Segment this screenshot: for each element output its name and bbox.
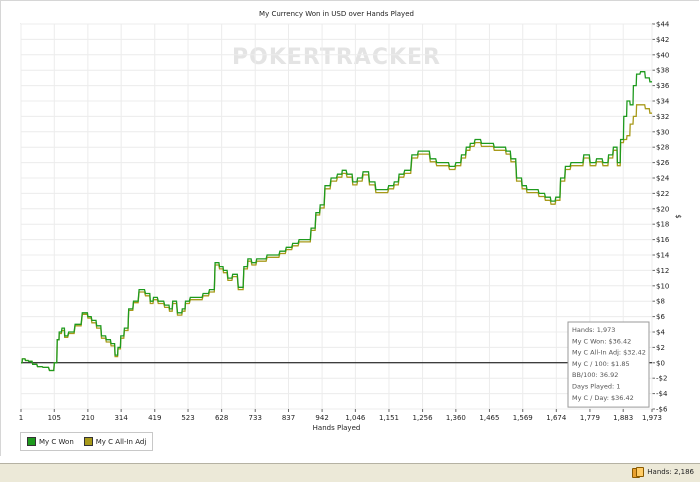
y-tick-label: $38 [656, 67, 669, 75]
status-hands-text: Hands: 2,186 [647, 467, 694, 476]
y-tick-label: -$6 [656, 406, 668, 414]
y-tick-label: $22 [656, 190, 669, 198]
x-tick-label: 837 [282, 414, 295, 422]
x-axis-label: Hands Played [313, 424, 361, 432]
x-tick-label: 1,360 [446, 414, 466, 422]
y-tick-label: $6 [656, 313, 665, 321]
plot-area [20, 23, 653, 410]
x-tick-label: 1,569 [513, 414, 533, 422]
chart-legend: My C Won My C All-In Adj [20, 432, 154, 451]
y-tick-label: $36 [656, 82, 670, 90]
y-tick-label: $42 [656, 36, 669, 44]
x-tick-label: 628 [215, 414, 228, 422]
watermark: POKERTRACKER [232, 45, 441, 70]
info-box-line: BB/100: 36.92 [572, 371, 618, 379]
y-tick-label: $4 [656, 329, 665, 337]
x-tick-label: 419 [148, 414, 161, 422]
y-tick-label: $34 [656, 98, 670, 106]
x-tick-label: 1,465 [479, 414, 499, 422]
y-tick-label: $26 [656, 159, 670, 167]
x-tick-label: 210 [81, 414, 94, 422]
legend-item: My C All-In Adj [83, 437, 147, 446]
y-tick-label: $28 [656, 144, 669, 152]
x-tick-label: 1,256 [413, 414, 434, 422]
status-hands: Hands: 2,186 [632, 467, 694, 478]
cards-icon [632, 467, 645, 478]
x-tick-label: 1,973 [642, 414, 662, 422]
y-tick-label: $12 [656, 267, 669, 275]
info-box-line: My C Won: $36.42 [572, 337, 631, 345]
y-tick-label: $8 [656, 298, 665, 306]
info-box-line: My C / 100: $1.85 [572, 360, 630, 368]
x-tick-label: 523 [181, 414, 194, 422]
x-tick-label: 1,151 [379, 414, 399, 422]
y-tick-label: $18 [656, 221, 669, 229]
legend-swatch [27, 437, 36, 446]
legend-label: My C Won [39, 437, 74, 446]
status-bar: Hands: 2,186 [0, 463, 700, 482]
y-tick-label: $30 [656, 128, 669, 136]
y-tick-label: $44 [656, 21, 670, 29]
y-tick-label: $40 [656, 51, 669, 59]
legend-label: My C All-In Adj [95, 437, 147, 446]
info-box-line: My C All-In Adj: $32.42 [572, 349, 646, 357]
chart-title: My Currency Won in USD over Hands Played [259, 10, 414, 18]
legend-swatch [83, 437, 93, 446]
x-tick-label: 1 [19, 414, 23, 422]
y-tick-label: $0 [656, 359, 665, 367]
y-axis-label: $ [674, 214, 682, 218]
x-tick-label: 1,883 [613, 414, 633, 422]
info-box-line: Hands: 1,973 [572, 326, 615, 334]
y-tick-label: $16 [656, 236, 670, 244]
legend-item: My C Won [27, 437, 74, 446]
y-tick-label: -$4 [656, 390, 668, 398]
info-box-line: Days Played: 1 [572, 383, 620, 391]
info-box-line: My C / Day: $36.42 [572, 394, 634, 402]
y-tick-label: $24 [656, 175, 670, 183]
x-tick-label: 942 [315, 414, 328, 422]
x-tick-label: 733 [249, 414, 262, 422]
y-tick-label: $14 [656, 252, 670, 260]
chart: POKERTRACKER-$6-$4-$2$0$2$4$6$8$10$12$14… [19, 10, 682, 432]
y-tick-label: $10 [656, 282, 669, 290]
y-tick-label: -$2 [656, 375, 667, 383]
x-tick-label: 105 [48, 414, 61, 422]
y-tick-label: $2 [656, 344, 665, 352]
y-tick-label: $32 [656, 113, 669, 121]
x-tick-label: 1,674 [546, 414, 567, 422]
y-tick-label: $20 [656, 205, 669, 213]
x-tick-label: 314 [114, 414, 128, 422]
x-tick-label: 1,046 [345, 414, 366, 422]
x-tick-label: 1,779 [580, 414, 600, 422]
